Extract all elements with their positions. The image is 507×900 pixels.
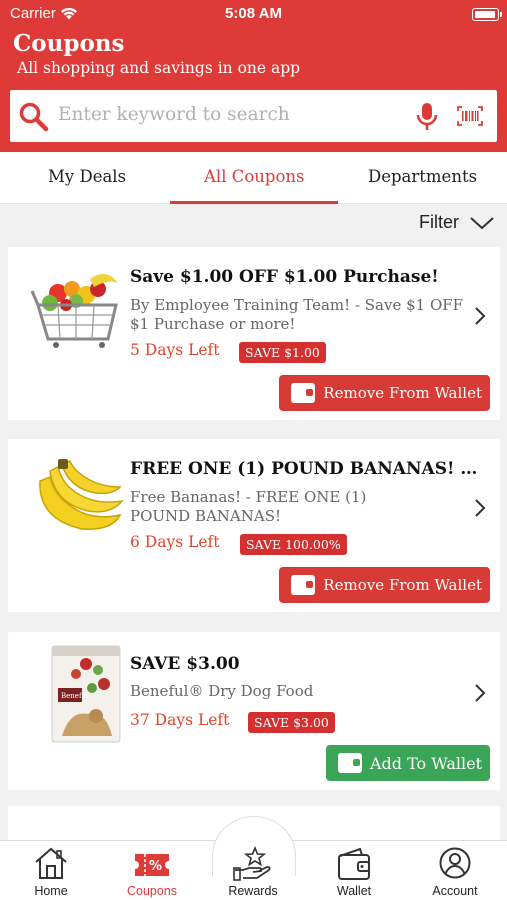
coupon-title: Save $1.00 OFF $1.00 Purchase! — [130, 267, 439, 287]
coupon-icon: % — [135, 854, 169, 876]
add-to-wallet-button[interactable]: Add To Wallet — [326, 745, 490, 781]
rewards-icon — [233, 846, 271, 881]
coupon-description-line: Free Bananas! - FREE ONE (1) — [130, 488, 367, 506]
chevron-right-icon[interactable] — [474, 498, 486, 518]
dog-food-bag-image: Beneful — [51, 645, 121, 743]
nav-wallet-label: Wallet — [336, 884, 372, 898]
remove-from-wallet-button[interactable]: Remove From Wallet — [279, 567, 490, 603]
wallet-icon — [291, 383, 316, 403]
wallet-icon — [338, 753, 362, 773]
coupon-description-line: POUND BANANAS! — [130, 507, 282, 525]
chevron-right-icon[interactable] — [474, 306, 486, 326]
nav-account[interactable]: Account — [405, 842, 505, 900]
nav-rewards-label: Rewards — [228, 884, 278, 898]
status-bar: Carrier 5:08 AM — [0, 0, 507, 28]
savings-badge: SAVE $1.00 — [239, 342, 326, 363]
page-title: Coupons — [13, 30, 125, 57]
nav-home-label: Home — [34, 884, 68, 898]
account-icon — [439, 847, 471, 879]
tab-departments[interactable]: Departments — [368, 167, 477, 186]
coupon-days-left: 37 Days Left — [130, 711, 230, 729]
dog-food-brand-text: Beneful — [61, 692, 89, 700]
tab-bar: My Deals All Coupons Departments — [0, 152, 507, 204]
coupon-description-line: $1 Purchase or more! — [130, 315, 296, 333]
battery-icon — [472, 8, 502, 21]
coupon-card[interactable]: FREE ONE (1) POUND BANANAS! (US… Free Ba… — [8, 439, 500, 612]
coupon-description: By Employee Training Team! - Save $1 OFF… — [130, 296, 470, 334]
coupon-description-line: Beneful® Dry Dog Food — [130, 682, 314, 700]
nav-coupons-label: Coupons — [126, 884, 178, 898]
button-label: Remove From Wallet — [323, 576, 482, 594]
nav-home[interactable]: Home — [1, 842, 101, 900]
filter-button[interactable]: Filter — [419, 212, 495, 233]
microphone-icon[interactable] — [416, 102, 438, 132]
button-label: Remove From Wallet — [323, 384, 482, 402]
active-tab-indicator — [170, 201, 338, 204]
chevron-down-icon — [470, 216, 494, 229]
coupon-title: SAVE $3.00 — [130, 654, 240, 674]
wallet-icon — [291, 575, 316, 595]
search-input[interactable]: Enter keyword to search — [10, 90, 497, 142]
button-label: Add To Wallet — [370, 753, 482, 773]
remove-from-wallet-button[interactable]: Remove From Wallet — [279, 375, 490, 411]
chevron-right-icon[interactable] — [474, 683, 486, 703]
coupon-card[interactable]: Save $1.00 OFF $1.00 Purchase! By Employ… — [8, 247, 500, 420]
app-header: Coupons All shopping and savings in one … — [0, 28, 507, 152]
savings-badge: SAVE $3.00 — [248, 712, 335, 733]
coupon-description: Beneful® Dry Dog Food — [130, 682, 470, 701]
coupon-description-line: By Employee Training Team! - Save $1 OFF — [130, 296, 464, 314]
page-subtitle: All shopping and savings in one app — [17, 59, 301, 77]
nav-wallet[interactable]: Wallet — [304, 842, 404, 900]
nav-account-label: Account — [432, 884, 478, 898]
coupon-title: FREE ONE (1) POUND BANANAS! (US… — [130, 459, 480, 479]
nav-rewards[interactable]: Rewards — [203, 842, 303, 900]
tab-all-coupons[interactable]: All Coupons — [204, 167, 305, 186]
filter-label: Filter — [419, 212, 459, 232]
home-icon — [35, 847, 67, 879]
barcode-scanner-icon[interactable] — [457, 106, 483, 126]
status-time: 5:08 AM — [225, 5, 282, 22]
grocery-basket-image — [30, 273, 118, 348]
nav-coupons[interactable]: % Coupons — [102, 842, 202, 900]
savings-badge: SAVE 100.00% — [240, 534, 347, 555]
tab-my-deals[interactable]: My Deals — [48, 167, 126, 186]
coupon-description: Free Bananas! - FREE ONE (1) POUND BANAN… — [130, 488, 470, 526]
coupon-card[interactable]: Beneful SAVE $3.00 Beneful® Dry Dog Food… — [8, 632, 500, 790]
bananas-image — [39, 459, 124, 530]
coupon-days-left: 6 Days Left — [130, 533, 220, 551]
coupon-days-left: 5 Days Left — [130, 341, 220, 359]
svg-text:%: % — [149, 859, 162, 874]
search-placeholder: Enter keyword to search — [58, 104, 290, 125]
wallet-icon — [338, 847, 370, 880]
search-icon — [19, 102, 49, 132]
